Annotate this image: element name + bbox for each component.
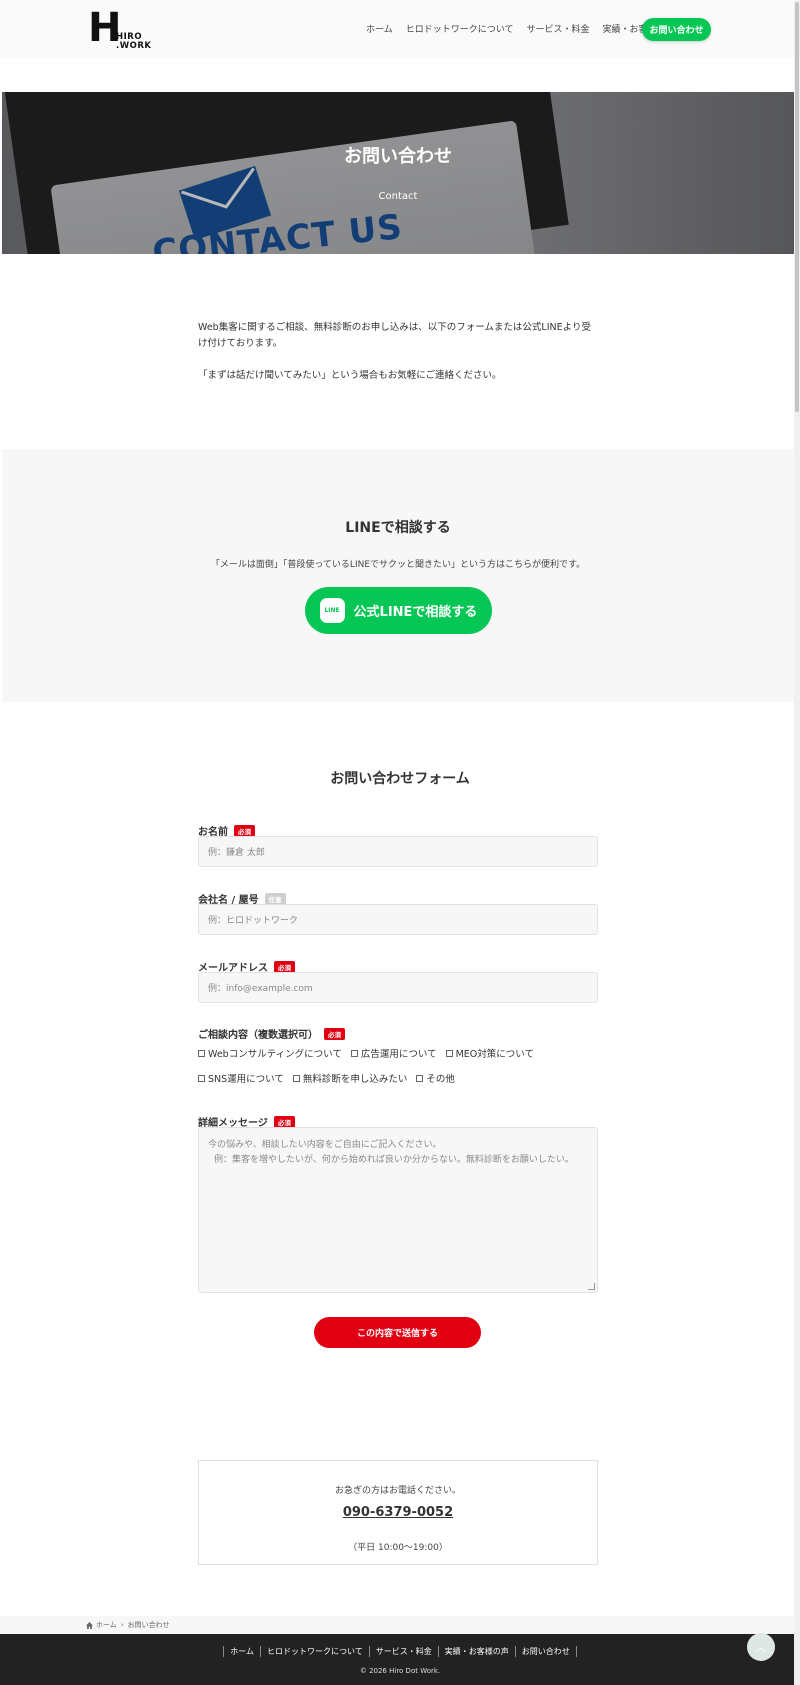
scrollbar[interactable] <box>794 0 800 1685</box>
email-field[interactable]: 例：info@example.com <box>198 972 598 1003</box>
intro-paragraph: 「まずは話だけ聞いてみたい」という場合もお気軽にご連絡ください。 <box>198 370 502 381</box>
intro-text: Web集客に関するご相談、無料診断のお申し込みは、以下のフォームまたは公式LIN… <box>198 320 598 400</box>
nav-contact-button[interactable]: お問い合わせ <box>642 18 711 41</box>
required-badge: 必須 <box>234 824 255 837</box>
topic-checkbox[interactable]: 広告運用について <box>350 1046 437 1060</box>
phone-box: お急ぎの方はお電話ください。 090-6379-0052 （平日 10:00〜1… <box>198 1460 598 1565</box>
chevron-up-icon: ︿ <box>755 1641 767 1654</box>
checkbox-icon <box>292 1074 300 1082</box>
topic-checkbox[interactable]: Webコンサルティングについて <box>198 1046 342 1060</box>
topic-checkbox[interactable]: 無料診断を申し込みたい <box>292 1071 407 1085</box>
hero-banner: CONTACT US お問い合わせ Contact <box>2 92 794 254</box>
logo-text: HIRO .WORK <box>116 32 152 51</box>
breadcrumb-home[interactable]: ホーム <box>96 1620 117 1630</box>
checkbox-icon <box>416 1074 424 1082</box>
intro-paragraph: Web集客に関するご相談、無料診断のお申し込みは、以下のフォームまたは公式LIN… <box>198 322 591 349</box>
nav-about[interactable]: ヒロドットワークについて <box>406 22 514 35</box>
line-icon: LINE <box>319 598 345 623</box>
resize-handle-icon[interactable] <box>588 1283 595 1290</box>
footer-nav-contact[interactable]: お問い合わせ <box>514 1646 577 1657</box>
message-placeholder: 今の悩みや、相談したい内容をご自由にご記入ください。 <box>208 1140 442 1150</box>
line-button-label: 公式LINEで相談する <box>353 605 478 620</box>
chevron-right-icon: › <box>120 1621 124 1629</box>
topic-checkbox[interactable]: SNS運用について <box>198 1071 284 1085</box>
breadcrumb: ホーム › お問い合わせ <box>0 1616 800 1634</box>
topic-checkbox[interactable]: その他 <box>416 1071 455 1085</box>
company-field[interactable]: 例：ヒロドットワーク <box>198 904 598 935</box>
footer-nav: ホーム ヒロドットワークについて サービス・料金 実績・お客様の声 お問い合わせ <box>0 1646 800 1657</box>
topics-row: Webコンサルティングについて 広告運用について MEO対策について <box>198 1046 543 1060</box>
topic-checkbox[interactable]: MEO対策について <box>445 1046 534 1060</box>
footer-nav-services[interactable]: サービス・料金 <box>368 1646 438 1657</box>
scrollbar-thumb[interactable] <box>795 2 799 412</box>
name-field[interactable]: 例：鎌倉 太郎 <box>198 836 598 867</box>
message-textarea[interactable]: 今の悩みや、相談したい内容をご自由にご記入ください。 例：集客を増やしたいが、何… <box>198 1127 598 1293</box>
checkbox-icon <box>198 1049 205 1057</box>
nav-services[interactable]: サービス・料金 <box>526 22 589 35</box>
home-icon <box>86 1621 93 1629</box>
required-badge: 必須 <box>324 1027 345 1040</box>
line-section: LINEで相談する 「メールは面倒」「普段使っているLINEでサクッと聞きたい」… <box>2 449 794 702</box>
footer-nav-home[interactable]: ホーム <box>223 1646 260 1657</box>
nav-home[interactable]: ホーム <box>366 22 393 35</box>
line-description: 「メールは面倒」「普段使っているLINEでサクッと聞きたい」という方はこちらが便… <box>210 560 586 570</box>
topics-row: SNS運用について 無料診断を申し込みたい その他 <box>198 1071 464 1085</box>
form-title: お問い合わせフォーム <box>330 771 470 787</box>
footer-nav-works[interactable]: 実績・お客様の声 <box>437 1646 515 1657</box>
message-placeholder: 例：集客を増やしたいが、何から始めれば良いか分からない。無料診断をお願いしたい。 <box>214 1155 574 1165</box>
phone-lead: お急ぎの方はお電話ください。 <box>334 1486 461 1496</box>
phone-hours: （平日 10:00〜19:00） <box>348 1543 448 1553</box>
breadcrumb-current: お問い合わせ <box>127 1621 170 1629</box>
line-consult-button[interactable]: LINE 公式LINEで相談する <box>305 587 492 634</box>
site-header: H HIRO .WORK ホーム ヒロドットワークについて サービス・料金 実績… <box>0 0 800 58</box>
line-heading: LINEで相談する <box>345 520 451 536</box>
back-to-top-button[interactable]: ︿ <box>747 1633 775 1661</box>
site-footer: ホーム ヒロドットワークについて サービス・料金 実績・お客様の声 お問い合わせ… <box>0 1634 800 1685</box>
phone-number-link[interactable]: 090-6379-0052 <box>199 1505 597 1520</box>
checkbox-icon <box>198 1074 205 1082</box>
copyright: © 2026 Hiro Dot Work. <box>359 1667 441 1675</box>
footer-nav-about[interactable]: ヒロドットワークについて <box>260 1646 369 1657</box>
submit-button[interactable]: この内容で送信する <box>314 1317 481 1348</box>
main-nav: ホーム ヒロドットワークについて サービス・料金 実績・お客様の声 <box>366 22 688 35</box>
checkbox-icon <box>350 1049 358 1057</box>
page-subtitle: Contact <box>378 191 418 202</box>
checkbox-icon <box>445 1049 453 1057</box>
topics-label: ご相談内容（複数選択可） 必須 <box>198 1026 345 1041</box>
site-logo[interactable]: H HIRO .WORK <box>88 8 152 52</box>
optional-badge: 任意 <box>264 892 286 905</box>
page-title: お問い合わせ <box>344 146 452 167</box>
required-badge: 必須 <box>273 1115 295 1128</box>
required-badge: 必須 <box>274 960 295 973</box>
